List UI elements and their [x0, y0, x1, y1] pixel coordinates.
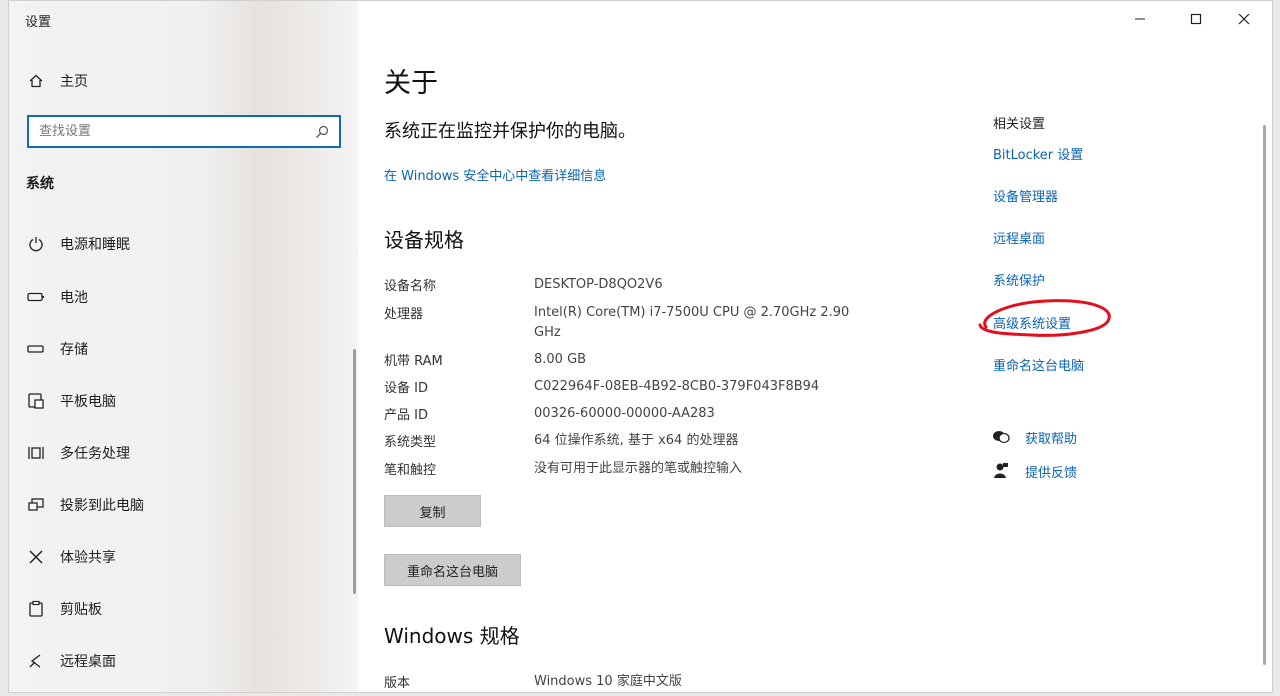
related-settings-title: 相关设置	[993, 117, 1046, 132]
sidebar-item-label: 平板电脑	[60, 394, 116, 410]
main-scrollbar[interactable]	[1263, 125, 1266, 665]
protection-status-text: 系统正在监控并保护你的电脑。	[384, 121, 636, 142]
sidebar-scrollbar[interactable]	[353, 349, 356, 594]
spec-label: 产品 ID	[384, 408, 428, 423]
device-manager-link[interactable]: 设备管理器	[993, 186, 1058, 205]
sidebar-item-battery[interactable]: 电池	[9, 279, 349, 315]
sidebar-item-tablet[interactable]: 平板电脑	[9, 383, 349, 419]
multitask-icon	[26, 443, 46, 463]
spec-value: 8.00 GB	[534, 352, 587, 367]
give-feedback-link[interactable]: 提供反馈	[1025, 462, 1077, 481]
spec-value: DESKTOP-D8QO2V6	[534, 277, 663, 292]
rename-pc-link[interactable]: 重命名这台电脑	[993, 355, 1084, 374]
storage-icon	[26, 339, 46, 359]
sidebar-item-remote-desktop[interactable]: 远程桌面	[9, 643, 349, 679]
sidebar-item-multitask[interactable]: 多任务处理	[9, 435, 349, 471]
sidebar-item-label: 投影到此电脑	[60, 498, 144, 514]
system-protection-link[interactable]: 系统保护	[993, 270, 1045, 289]
share-icon	[26, 547, 46, 567]
windows-specs-heading: Windows 规格	[384, 624, 520, 648]
sidebar-item-label: 主页	[60, 74, 88, 90]
feedback-person-icon	[991, 461, 1011, 481]
clipboard-icon	[26, 599, 46, 619]
spec-value: 64 位操作系统, 基于 x64 的处理器	[534, 433, 739, 448]
spec-value: Windows 10 家庭中文版	[534, 674, 682, 689]
battery-icon	[26, 287, 46, 307]
sidebar-item-label: 存储	[60, 342, 88, 358]
settings-window: 设置 主页 系统 电源和睡眠 电池	[8, 0, 1273, 693]
spec-label: 系统类型	[384, 435, 437, 450]
device-specs-heading: 设备规格	[384, 228, 464, 252]
help-chat-icon	[991, 427, 1011, 447]
sidebar-item-label: 剪贴板	[60, 602, 102, 618]
sidebar-section-label: 系统	[26, 176, 54, 192]
security-center-link[interactable]: 在 Windows 安全中心中查看详细信息	[384, 165, 606, 184]
sidebar-item-label: 电源和睡眠	[60, 237, 130, 253]
spec-label: 笔和触控	[384, 463, 437, 478]
feedback-row[interactable]: 提供反馈	[991, 461, 1077, 481]
get-help-link[interactable]: 获取帮助	[1025, 428, 1077, 447]
spec-value: Intel(R) Core(TM) i7-7500U CPU @ 2.70GHz…	[534, 305, 850, 340]
home-icon	[26, 71, 46, 91]
get-help-row[interactable]: 获取帮助	[991, 427, 1077, 447]
sidebar-item-power[interactable]: 电源和睡眠	[9, 226, 349, 262]
sidebar-item-label: 体验共享	[60, 550, 116, 566]
spec-value: 没有可用于此显示器的笔或触控输入	[534, 461, 743, 476]
spec-value: 00326-60000-00000-AA283	[534, 406, 715, 421]
spec-label: 机带 RAM	[384, 354, 443, 369]
app-title: 设置	[25, 15, 52, 30]
sidebar-item-label: 电池	[60, 290, 88, 306]
search-input[interactable]	[29, 124, 313, 139]
sidebar-item-label: 多任务处理	[60, 446, 130, 462]
sidebar-item-label: 远程桌面	[60, 654, 116, 670]
search-icon[interactable]	[313, 123, 331, 141]
sidebar-item-share[interactable]: 体验共享	[9, 539, 349, 575]
main-content: 关于 系统正在监控并保护你的电脑。 在 Windows 安全中心中查看详细信息 …	[358, 1, 1272, 692]
search-box[interactable]	[27, 115, 341, 148]
sidebar-item-home[interactable]: 主页	[9, 63, 349, 99]
bitlocker-settings-link[interactable]: BitLocker 设置	[993, 144, 1083, 163]
sidebar-item-storage[interactable]: 存储	[9, 331, 349, 367]
tablet-icon	[26, 391, 46, 411]
remote-desktop-link[interactable]: 远程桌面	[993, 228, 1045, 247]
spec-label: 版本	[384, 676, 411, 691]
project-icon	[26, 495, 46, 515]
advanced-system-settings-link[interactable]: 高级系统设置	[993, 313, 1071, 332]
copy-button[interactable]: 复制	[384, 495, 481, 527]
page-title: 关于	[384, 68, 438, 99]
sidebar: 设置 主页 系统 电源和睡眠 电池	[9, 1, 358, 692]
spec-label: 处理器	[384, 307, 424, 322]
power-icon	[26, 234, 46, 254]
remote-desktop-icon	[26, 651, 46, 671]
spec-label: 设备名称	[384, 279, 437, 294]
spec-label: 设备 ID	[384, 381, 428, 396]
rename-pc-button[interactable]: 重命名这台电脑	[384, 554, 521, 586]
sidebar-item-clipboard[interactable]: 剪贴板	[9, 591, 349, 627]
sidebar-item-project[interactable]: 投影到此电脑	[9, 487, 349, 523]
spec-value: C022964F-08EB-4B92-8CB0-379F043F8B94	[534, 379, 820, 394]
